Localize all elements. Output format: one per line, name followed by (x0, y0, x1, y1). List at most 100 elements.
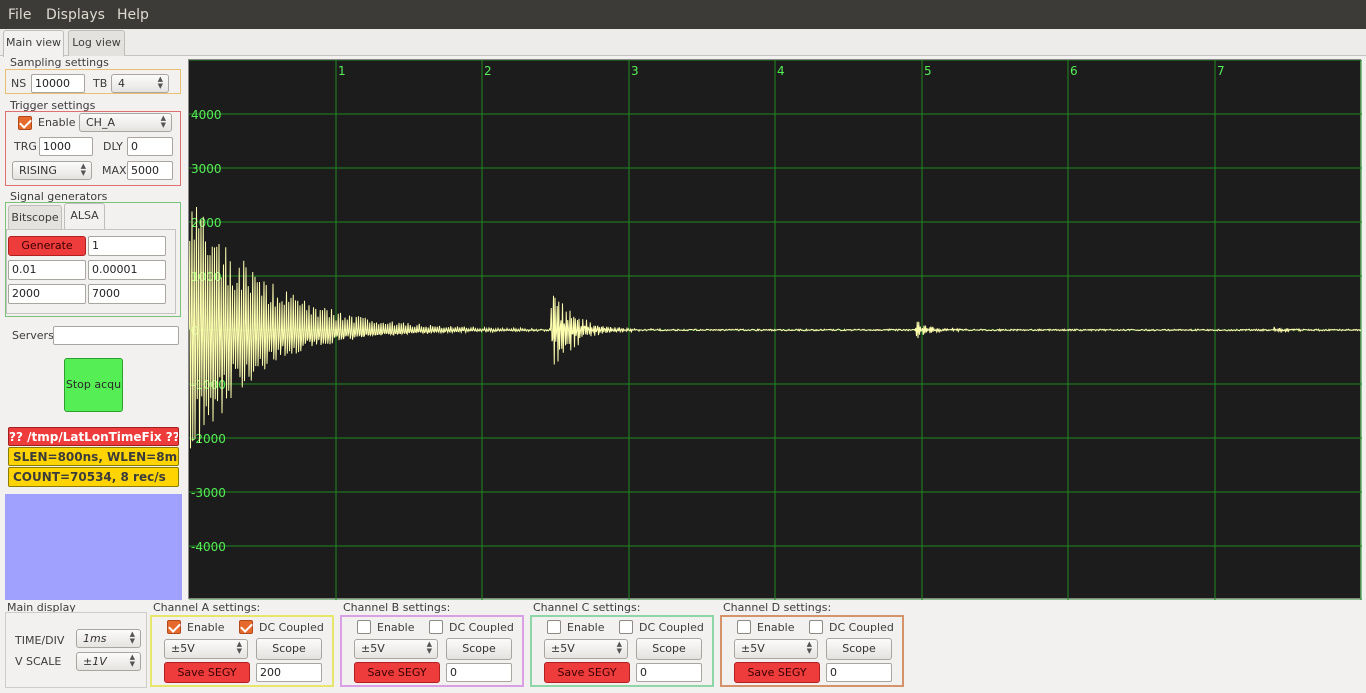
tab-bitscope[interactable]: Bitscope (8, 205, 62, 229)
channel-d-value-input[interactable]: 0 (826, 663, 892, 682)
gen-field-2[interactable]: 0.01 (8, 260, 86, 280)
trigger-edge-select[interactable]: RISING ▲ ▼ (12, 161, 92, 180)
x-tick-label: 4 (777, 64, 785, 78)
spin-arrows-icon: ▲ ▼ (129, 630, 135, 645)
gen-field-3[interactable]: 0.00001 (88, 260, 166, 280)
y-tick-label: -2000 (191, 432, 226, 446)
menu-file[interactable]: File (8, 7, 31, 23)
generate-button[interactable]: Generate (8, 236, 86, 256)
scope-plot: 1 2 3 4 5 6 740003000200010000-1000-2000-3000-… (189, 60, 1362, 600)
channel-c-dc-coupled-label: DC Coupled (639, 621, 704, 634)
channel-a-value-input[interactable]: 200 (256, 663, 322, 682)
gen-field-1[interactable]: 1 (88, 236, 166, 256)
max-label: MAX (102, 164, 127, 177)
channel-c-save-segy-button[interactable]: Save SEGY (544, 662, 630, 683)
trigger-enable-checkbox[interactable] (18, 116, 32, 130)
channel-c-title: Channel C settings: (533, 601, 641, 614)
channel-d-range-select[interactable]: ±5V ▲ ▼ (734, 639, 818, 659)
trigger-source-value: CH_A (86, 116, 115, 129)
channel-c-enable-checkbox[interactable] (547, 620, 561, 634)
tab-log-view[interactable]: Log view (68, 30, 125, 56)
vscale-label: V SCALE (15, 655, 62, 668)
channel-b-scope-button[interactable]: Scope (446, 638, 512, 660)
status-slen: SLEN=800ns, WLEN=8ms (8, 447, 179, 466)
channel-a-dc-coupled-checkbox[interactable] (239, 620, 253, 634)
trigger-enable-label: Enable (38, 116, 76, 129)
gen-field-4[interactable]: 2000 (8, 284, 86, 304)
dly-input[interactable]: 0 (127, 137, 173, 156)
status-file: ?? /tmp/LatLonTimeFix ?? (8, 427, 179, 446)
trg-input[interactable]: 1000 (39, 137, 93, 156)
tab-main-view[interactable]: Main view (3, 30, 64, 57)
timediv-label: TIME/DIV (15, 634, 65, 647)
ns-input[interactable]: 10000 (31, 74, 85, 93)
channel-d-enable-label: Enable (757, 621, 795, 634)
menu-bar: File Displays Help (0, 0, 1366, 29)
timediv-value: 1ms (83, 632, 107, 645)
spin-arrows-icon: ▲ ▼ (129, 653, 135, 668)
tab-alsa[interactable]: ALSA (64, 203, 105, 230)
x-tick-label: 7 (1217, 64, 1225, 78)
channel-d-title: Channel D settings: (723, 601, 832, 614)
y-tick-label: 2000 (191, 216, 222, 230)
timediv-select[interactable]: 1ms ▲ ▼ (76, 629, 141, 648)
servers-input[interactable] (53, 326, 179, 345)
menu-help[interactable]: Help (117, 7, 149, 23)
x-tick-label: 3 (631, 64, 639, 78)
spin-arrows-icon: ▲ ▼ (806, 640, 812, 655)
stop-acquisition-button[interactable]: Stop acqu (64, 358, 123, 412)
channel-d-enable-checkbox[interactable] (737, 620, 751, 634)
x-tick-label: 1 (338, 64, 346, 78)
channel-a-save-segy-button[interactable]: Save SEGY (164, 662, 250, 683)
channel-a-enable-label: Enable (187, 621, 225, 634)
y-tick-label: -4000 (191, 540, 226, 554)
channel-b-range-select[interactable]: ±5V ▲ ▼ (354, 639, 438, 659)
status-panel (5, 494, 182, 600)
channel-c-enable-label: Enable (567, 621, 605, 634)
channel-c-range-value: ±5V (551, 642, 575, 655)
channel-b-save-segy-button[interactable]: Save SEGY (354, 662, 440, 683)
channel-c-range-select[interactable]: ±5V ▲ ▼ (544, 639, 628, 659)
channel-b-dc-coupled-label: DC Coupled (449, 621, 514, 634)
spin-arrows-icon: ▲ ▼ (236, 640, 242, 655)
dly-label: DLY (103, 140, 123, 153)
tb-spinbox[interactable]: 4 ▲ ▼ (111, 74, 169, 93)
channel-a-scope-button[interactable]: Scope (256, 638, 322, 660)
channel-d-range-value: ±5V (741, 642, 765, 655)
trigger-edge-value: RISING (19, 164, 57, 177)
channel-d-save-segy-button[interactable]: Save SEGY (734, 662, 820, 683)
channel-a-range-select[interactable]: ±5V ▲ ▼ (164, 639, 248, 659)
channel-a-range-value: ±5V (171, 642, 195, 655)
status-count: COUNT=70534, 8 rec/s (8, 467, 179, 487)
channel-b-value-input[interactable]: 0 (446, 663, 512, 682)
gen-field-5[interactable]: 7000 (88, 284, 166, 304)
channel-a-enable-checkbox[interactable] (167, 620, 181, 634)
main-display-box (5, 612, 147, 688)
x-tick-label: 5 (924, 64, 932, 78)
sampling-settings-title: Sampling settings (10, 56, 109, 69)
channel-c-scope-button[interactable]: Scope (636, 638, 702, 660)
tb-label: TB (93, 77, 108, 90)
vscale-select[interactable]: ±1V ▲ ▼ (76, 652, 141, 671)
servers-label: Servers: (12, 329, 58, 342)
trg-label: TRG (14, 140, 37, 153)
channel-d-scope-button[interactable]: Scope (826, 638, 892, 660)
max-input[interactable]: 5000 (127, 161, 173, 180)
channel-c-value-input[interactable]: 0 (636, 663, 702, 682)
channel-d-dc-coupled-checkbox[interactable] (809, 620, 823, 634)
channel-b-title: Channel B settings: (343, 601, 451, 614)
y-tick-label: -3000 (191, 486, 226, 500)
channel-b-enable-checkbox[interactable] (357, 620, 371, 634)
menu-displays[interactable]: Displays (46, 7, 105, 23)
channel-c-dc-coupled-checkbox[interactable] (619, 620, 633, 634)
channel-b-range-value: ±5V (361, 642, 385, 655)
y-tick-label: 3000 (191, 162, 222, 176)
spin-arrows-icon[interactable]: ▲ ▼ (158, 76, 163, 90)
spin-arrows-icon: ▲ ▼ (616, 640, 622, 655)
channel-b-dc-coupled-checkbox[interactable] (429, 620, 443, 634)
trigger-source-select[interactable]: CH_A ▲ ▼ (79, 113, 172, 132)
channel-a-dc-coupled-label: DC Coupled (259, 621, 324, 634)
scope-display[interactable]: 1 2 3 4 5 6 7 4000 3000 2000 1000 0 -1000 -2000 -3000-… (188, 59, 1362, 600)
spin-arrows-icon: ▲ ▼ (80, 162, 86, 177)
spin-arrows-icon: ▲ ▼ (426, 640, 432, 655)
